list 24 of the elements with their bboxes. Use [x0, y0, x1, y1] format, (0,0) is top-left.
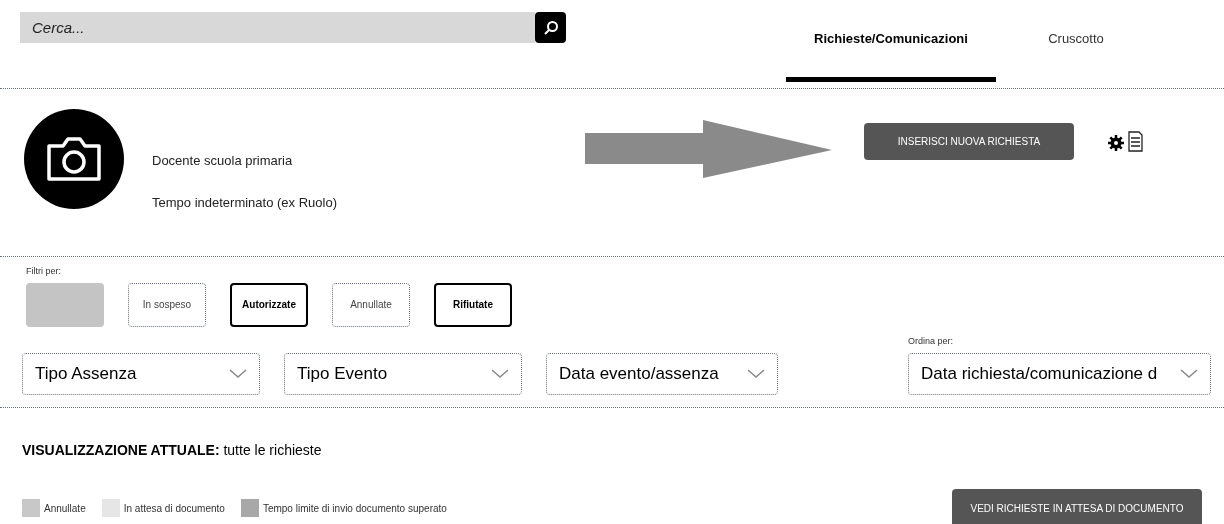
legend-label: Annullate: [44, 501, 86, 516]
filters-label: Filtri per:: [26, 265, 62, 278]
current-view-heading: VISUALIZZAZIONE ATTUALE: tutte le richieste: [22, 441, 323, 460]
chevron-down-icon: [1180, 368, 1198, 379]
legend-label: Tempo limite di invio documento superato: [262, 501, 447, 516]
chevron-down-icon: [747, 368, 765, 379]
chevron-down-icon: [491, 368, 509, 379]
role-text: Docente scuola primaria: [152, 152, 294, 170]
document-icon: [1128, 131, 1144, 153]
camera-icon: [45, 136, 103, 182]
settings-icon: [1108, 135, 1124, 151]
filter-chip[interactable]: Autorizzate: [230, 282, 308, 327]
search-button[interactable]: [535, 12, 566, 43]
legend-label: In attesa di documento: [123, 501, 225, 516]
chevron-down-icon: [229, 368, 247, 379]
new-request-button[interactable]: INSERISCI NUOVA RICHIESTA: [864, 123, 1074, 160]
sort-label: Ordina per:: [908, 335, 955, 348]
contract-text: Tempo indeterminato (ex Ruolo): [152, 193, 337, 212]
tab[interactable]: Cruscotto: [996, 0, 1156, 82]
search-field[interactable]: Cerca...: [20, 12, 535, 43]
filter-chip[interactable]: Rifiutate: [434, 282, 512, 327]
tab[interactable]: Richieste/Comunicazioni: [786, 0, 996, 82]
pending-documents-button[interactable]: VEDI RICHIESTE IN ATTESA DI DOCUMENTO: [952, 489, 1202, 524]
search-icon: [542, 19, 559, 36]
